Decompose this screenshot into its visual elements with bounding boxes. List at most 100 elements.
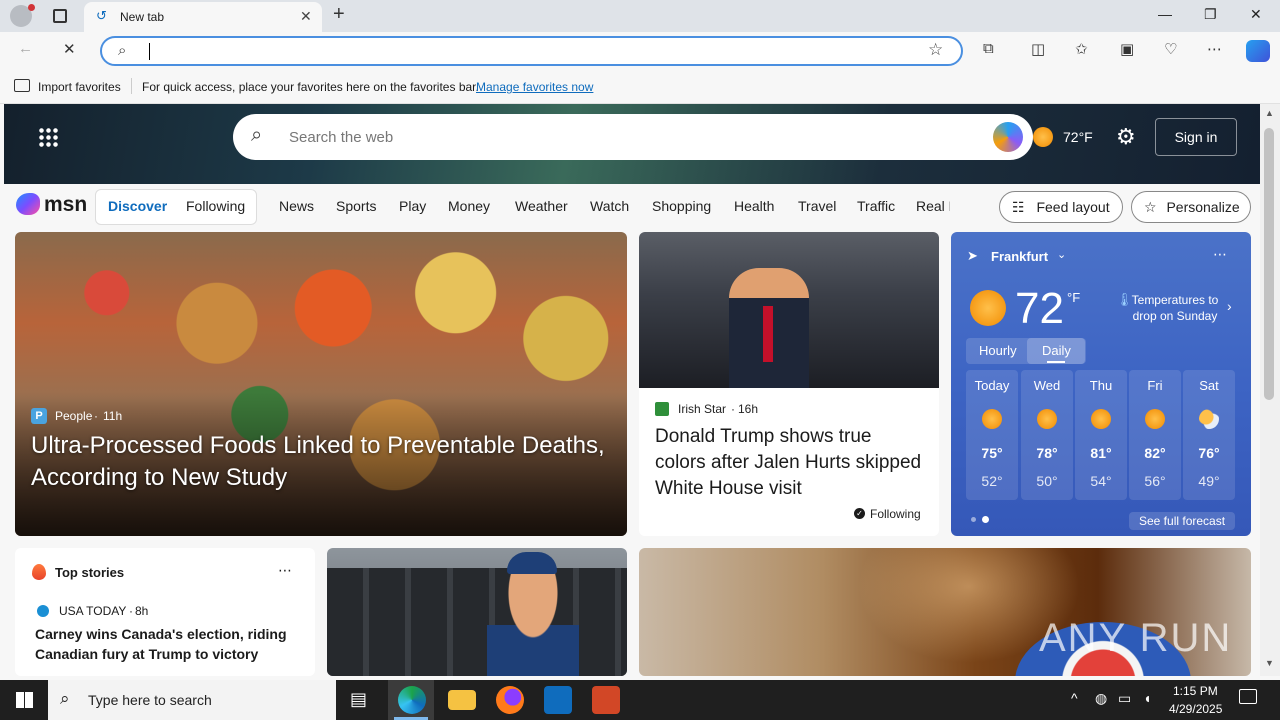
tab-actions-icon[interactable] <box>53 9 67 23</box>
see-full-forecast-button[interactable]: See full forecast <box>1129 512 1236 530</box>
weather-more-icon[interactable]: ⋯ <box>1213 246 1227 263</box>
forecast-day-today[interactable]: Today 75° 52° <box>966 370 1018 500</box>
favorites-hint: For quick access, place your favorites h… <box>142 80 479 94</box>
partly-cloudy-icon <box>1199 409 1219 429</box>
clock-time[interactable]: 1:15 PM <box>1173 684 1218 698</box>
volume-icon[interactable]: ◖ <box>1143 690 1151 706</box>
import-favorites-button[interactable]: Import favorites <box>38 80 121 94</box>
address-bar[interactable]: ⌕ ☆ <box>100 36 963 66</box>
forecast-day-sat[interactable]: Sat 76° 49° <box>1183 370 1235 500</box>
taskbar-search-box[interactable]: ⌕ Type here to search <box>48 680 336 720</box>
top-story-headline[interactable]: Carney wins Canada's election, riding Ca… <box>35 624 297 664</box>
settings-gear-icon[interactable]: ⚙ <box>1116 124 1136 150</box>
performance-icon[interactable]: ♡ <box>1164 40 1177 58</box>
personalize-button[interactable]: ☆ Personalize <box>1131 191 1251 223</box>
outlook-icon[interactable] <box>544 686 572 714</box>
day-name: Sat <box>1199 378 1219 393</box>
weather-alert[interactable]: Temperatures to drop on Sunday <box>1129 292 1221 324</box>
scroll-up-icon[interactable]: ▲ <box>1265 108 1274 118</box>
following-label[interactable]: Following <box>870 507 921 521</box>
task-view-icon[interactable]: ▤ <box>350 689 367 710</box>
firefox-icon[interactable] <box>496 686 524 714</box>
restore-icon[interactable]: ❐ <box>1204 6 1217 23</box>
hero-source: People <box>55 409 93 423</box>
close-tab-icon[interactable]: ✕ <box>300 8 312 25</box>
tab-strip: ↺ New tab ✕ + — ❐ ✕ <box>0 0 1280 32</box>
scroll-thumb[interactable] <box>1264 128 1274 400</box>
favorite-star-icon[interactable]: ☆ <box>928 40 943 60</box>
windows-start-icon[interactable] <box>16 692 33 708</box>
carousel-dot[interactable] <box>971 517 976 522</box>
nav-traffic[interactable]: Traffic <box>857 198 895 214</box>
powerpoint-icon[interactable] <box>592 686 620 714</box>
scroll-down-icon[interactable]: ▼ <box>1265 658 1274 668</box>
day-low: 56° <box>1144 473 1166 489</box>
tab-following[interactable]: Following <box>186 198 245 214</box>
nav-news[interactable]: News <box>279 198 314 214</box>
copilot-search-icon[interactable] <box>993 122 1023 152</box>
page-scrollbar[interactable]: ▲ ▼ <box>1260 104 1280 676</box>
nav-health[interactable]: Health <box>734 198 774 214</box>
nav-watch[interactable]: Watch <box>590 198 629 214</box>
top-stories-title[interactable]: Top stories <box>55 565 124 580</box>
dot-separator: · <box>129 604 133 618</box>
weather-city[interactable]: Frankfurt <box>991 249 1048 264</box>
edge-taskbar-icon[interactable] <box>398 686 426 714</box>
new-tab-icon[interactable]: + <box>333 3 345 26</box>
alert-chevron-icon[interactable]: › <box>1227 298 1232 314</box>
notifications-icon[interactable] <box>1239 689 1257 704</box>
file-explorer-icon[interactable] <box>448 690 476 710</box>
clock-date[interactable]: 4/29/2025 <box>1169 702 1222 716</box>
manage-favorites-link[interactable]: Manage favorites now <box>476 80 593 94</box>
feed-layout-button[interactable]: ☷ Feed layout <box>999 191 1123 223</box>
web-search-box[interactable]: ⌕ Search the web <box>233 114 1033 160</box>
ad-image-card[interactable] <box>327 548 627 676</box>
hero-story-card[interactable]: P People · 11h Ultra-Processed Foods Lin… <box>15 232 627 536</box>
tray-chevron-icon[interactable]: ^ <box>1071 690 1078 706</box>
weather-unit[interactable]: °F <box>1067 290 1080 305</box>
day-low: 50° <box>1036 473 1058 489</box>
msn-logo[interactable]: msn <box>44 193 87 217</box>
daily-tab[interactable]: Daily <box>1042 343 1071 358</box>
city-dropdown-icon[interactable]: ⌄ <box>1057 248 1066 261</box>
window-close-icon[interactable]: ✕ <box>1250 6 1262 23</box>
minimize-icon[interactable]: — <box>1158 6 1172 22</box>
tab-new-tab[interactable]: ↺ New tab ✕ <box>84 2 322 32</box>
story-headline[interactable]: Donald Trump shows true colors after Jal… <box>655 424 927 502</box>
favorites-icon[interactable]: ✩ <box>1075 40 1088 58</box>
split-screen-icon[interactable]: ◫ <box>1031 40 1045 58</box>
forecast-day-thu[interactable]: Thu 81° 54° <box>1075 370 1127 500</box>
nav-weather[interactable]: Weather <box>515 198 568 214</box>
nav-travel[interactable]: Travel <box>798 198 836 214</box>
copilot-icon[interactable] <box>1246 40 1270 62</box>
more-menu-icon[interactable]: ⋯ <box>1207 40 1222 58</box>
sliders-icon: ☷ <box>1012 199 1025 215</box>
tray-meet-icon[interactable]: ◍ <box>1095 690 1107 707</box>
top-stories-more-icon[interactable]: ⋯ <box>278 562 292 579</box>
story-card[interactable]: Irish Star · 16h Donald Trump shows true… <box>639 232 939 536</box>
stop-icon[interactable]: ✕ <box>63 40 76 58</box>
collections-icon[interactable]: ▣ <box>1120 40 1134 58</box>
sign-in-button[interactable]: Sign in <box>1155 118 1237 156</box>
hourly-tab[interactable]: Hourly <box>979 343 1017 358</box>
forecast-day-wed[interactable]: Wed 78° 50° <box>1021 370 1073 500</box>
network-icon[interactable]: ▭ <box>1118 690 1131 707</box>
hero-headline[interactable]: Ultra-Processed Foods Linked to Preventa… <box>31 430 621 494</box>
sunny-icon <box>1037 409 1057 429</box>
nav-shopping[interactable]: Shopping <box>652 198 711 214</box>
back-icon[interactable]: ← <box>18 40 33 57</box>
top-temperature[interactable]: 72°F <box>1063 129 1093 145</box>
apps-launcher-icon[interactable] <box>38 127 58 147</box>
nav-play[interactable]: Play <box>399 198 426 214</box>
tab-discover[interactable]: Discover <box>108 198 167 214</box>
nav-sports[interactable]: Sports <box>336 198 376 214</box>
forecast-day-fri[interactable]: Fri 82° 56° <box>1129 370 1181 500</box>
nav-real-estate[interactable]: Real E <box>916 198 950 214</box>
carousel-dot-active[interactable] <box>982 516 989 523</box>
feature-image-card[interactable]: ANY RUN <box>639 548 1251 676</box>
extensions-icon[interactable]: ⧉ <box>983 40 994 57</box>
story-photo <box>639 232 939 388</box>
day-low: 52° <box>981 473 1003 489</box>
sunny-icon <box>982 409 1002 429</box>
nav-money[interactable]: Money <box>448 198 490 214</box>
